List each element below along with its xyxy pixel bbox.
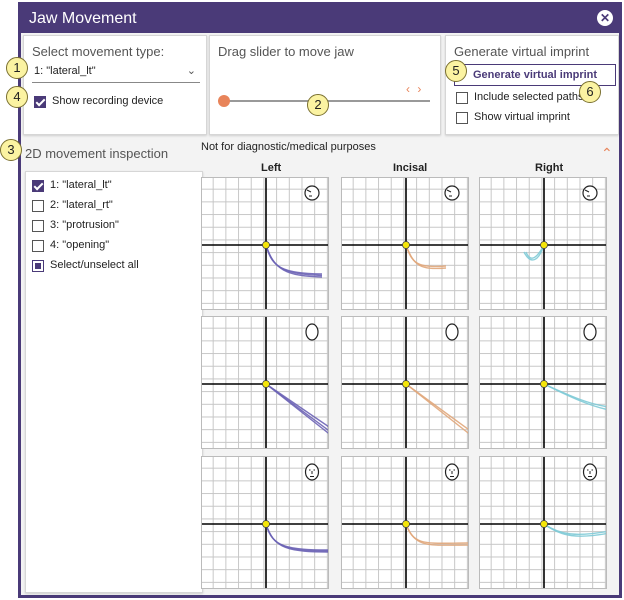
- title-bar: Jaw Movement ✕: [21, 5, 619, 33]
- movement-type-label: Select movement type:: [32, 44, 165, 59]
- close-icon[interactable]: ✕: [597, 10, 613, 26]
- movement-plot-incisal-2: [341, 316, 469, 449]
- movement-plot-incisal-3: [341, 456, 469, 589]
- select-all-label: Select/unselect all: [50, 259, 139, 271]
- slider-arrows-icon[interactable]: ‹ ›: [406, 82, 423, 96]
- movement-path: [405, 523, 468, 546]
- origin-marker: [262, 520, 270, 528]
- slider-thumb[interactable]: [218, 95, 230, 107]
- movement-plot-incisal-1: [341, 177, 469, 310]
- movement-plot-left-2: [201, 316, 329, 449]
- origin-marker: [402, 520, 410, 528]
- callout-1: 1: [6, 57, 28, 79]
- column-title-incisal: Incisal: [393, 162, 428, 174]
- face-detail-icon: [582, 463, 598, 481]
- slider-label: Drag slider to move jaw: [218, 44, 354, 59]
- movement-type-value: 1: "lateral_lt": [34, 65, 96, 77]
- movement-plot-right-3: [479, 456, 607, 589]
- movement-path: [405, 523, 468, 544]
- column-title-left: Left: [261, 162, 282, 174]
- origin-marker: [402, 380, 410, 388]
- show-imprint-checkbox[interactable]: [456, 112, 468, 124]
- callout-6: 6: [579, 81, 601, 103]
- movement-checkbox-1[interactable]: [32, 180, 44, 192]
- movement-path: [405, 244, 447, 268]
- window-title: Jaw Movement: [29, 10, 137, 27]
- origin-marker: [540, 380, 548, 388]
- movement-path: [265, 523, 328, 552]
- movement-label-1: 1: "lateral_lt": [50, 179, 112, 191]
- chevron-down-icon: ⌄: [186, 65, 196, 77]
- origin-marker: [262, 241, 270, 249]
- movement-path: [265, 244, 323, 275]
- show-device-label: Show recording device: [52, 95, 164, 107]
- origin-marker: [262, 380, 270, 388]
- origin-marker: [402, 241, 410, 249]
- movement-type-select[interactable]: 1: "lateral_lt" ⌄: [32, 62, 200, 83]
- include-paths-label: Include selected paths: [474, 91, 584, 103]
- face-detail-icon: [304, 463, 320, 481]
- movement-label-4: 4: "opening": [50, 239, 110, 251]
- movement-plot-right-2: [479, 316, 607, 449]
- select-all-checkbox[interactable]: [32, 260, 44, 272]
- side-face-icon: [304, 185, 320, 201]
- callout-3: 3: [0, 139, 22, 161]
- origin-marker: [540, 520, 548, 528]
- collapse-chevron-icon[interactable]: ⌃: [601, 145, 613, 162]
- movement-label-2: 2: "lateral_rt": [50, 199, 113, 211]
- side-face-icon: [582, 185, 598, 201]
- movement-checkbox-3[interactable]: [32, 220, 44, 232]
- callout-5: 5: [445, 60, 467, 82]
- movement-list-panel: 1: "lateral_lt" 2: "lateral_rt" 3: "prot…: [25, 171, 203, 593]
- disclaimer-text: Not for diagnostic/medical purposes: [201, 141, 376, 153]
- front-face-icon: [305, 323, 319, 341]
- movement-path: [265, 383, 328, 434]
- movement-label-3: 3: "protrusion": [50, 219, 119, 231]
- movement-plot-left-1: [201, 177, 329, 310]
- movement-path: [405, 383, 468, 434]
- movement-path: [405, 244, 447, 270]
- origin-marker: [540, 241, 548, 249]
- movement-checkbox-4[interactable]: [32, 240, 44, 252]
- movement-path: [543, 383, 606, 408]
- column-title-right: Right: [535, 162, 564, 174]
- movement-path: [265, 523, 328, 551]
- slider-panel: Drag slider to move jaw ‹ ›: [209, 35, 441, 135]
- inspection-title: 2D movement inspection: [25, 146, 169, 161]
- movement-checkbox-2[interactable]: [32, 200, 44, 212]
- callout-4: 4: [6, 86, 28, 108]
- face-detail-icon: [444, 463, 460, 481]
- show-imprint-label: Show virtual imprint: [474, 111, 570, 123]
- jaw-movement-window: Jaw Movement ✕ Select movement type: 1: …: [18, 2, 622, 598]
- callout-2: 2: [307, 94, 329, 116]
- movement-plot-right-1: [479, 177, 607, 310]
- movement-plot-left-3: [201, 456, 329, 589]
- front-face-icon: [583, 323, 597, 341]
- side-face-icon: [444, 185, 460, 201]
- front-face-icon: [445, 323, 459, 341]
- imprint-panel-label: Generate virtual imprint: [454, 44, 590, 59]
- movement-type-panel: Select movement type: 1: "lateral_lt" ⌄ …: [23, 35, 207, 135]
- show-device-checkbox[interactable]: [34, 96, 46, 108]
- include-paths-checkbox[interactable]: [456, 92, 468, 104]
